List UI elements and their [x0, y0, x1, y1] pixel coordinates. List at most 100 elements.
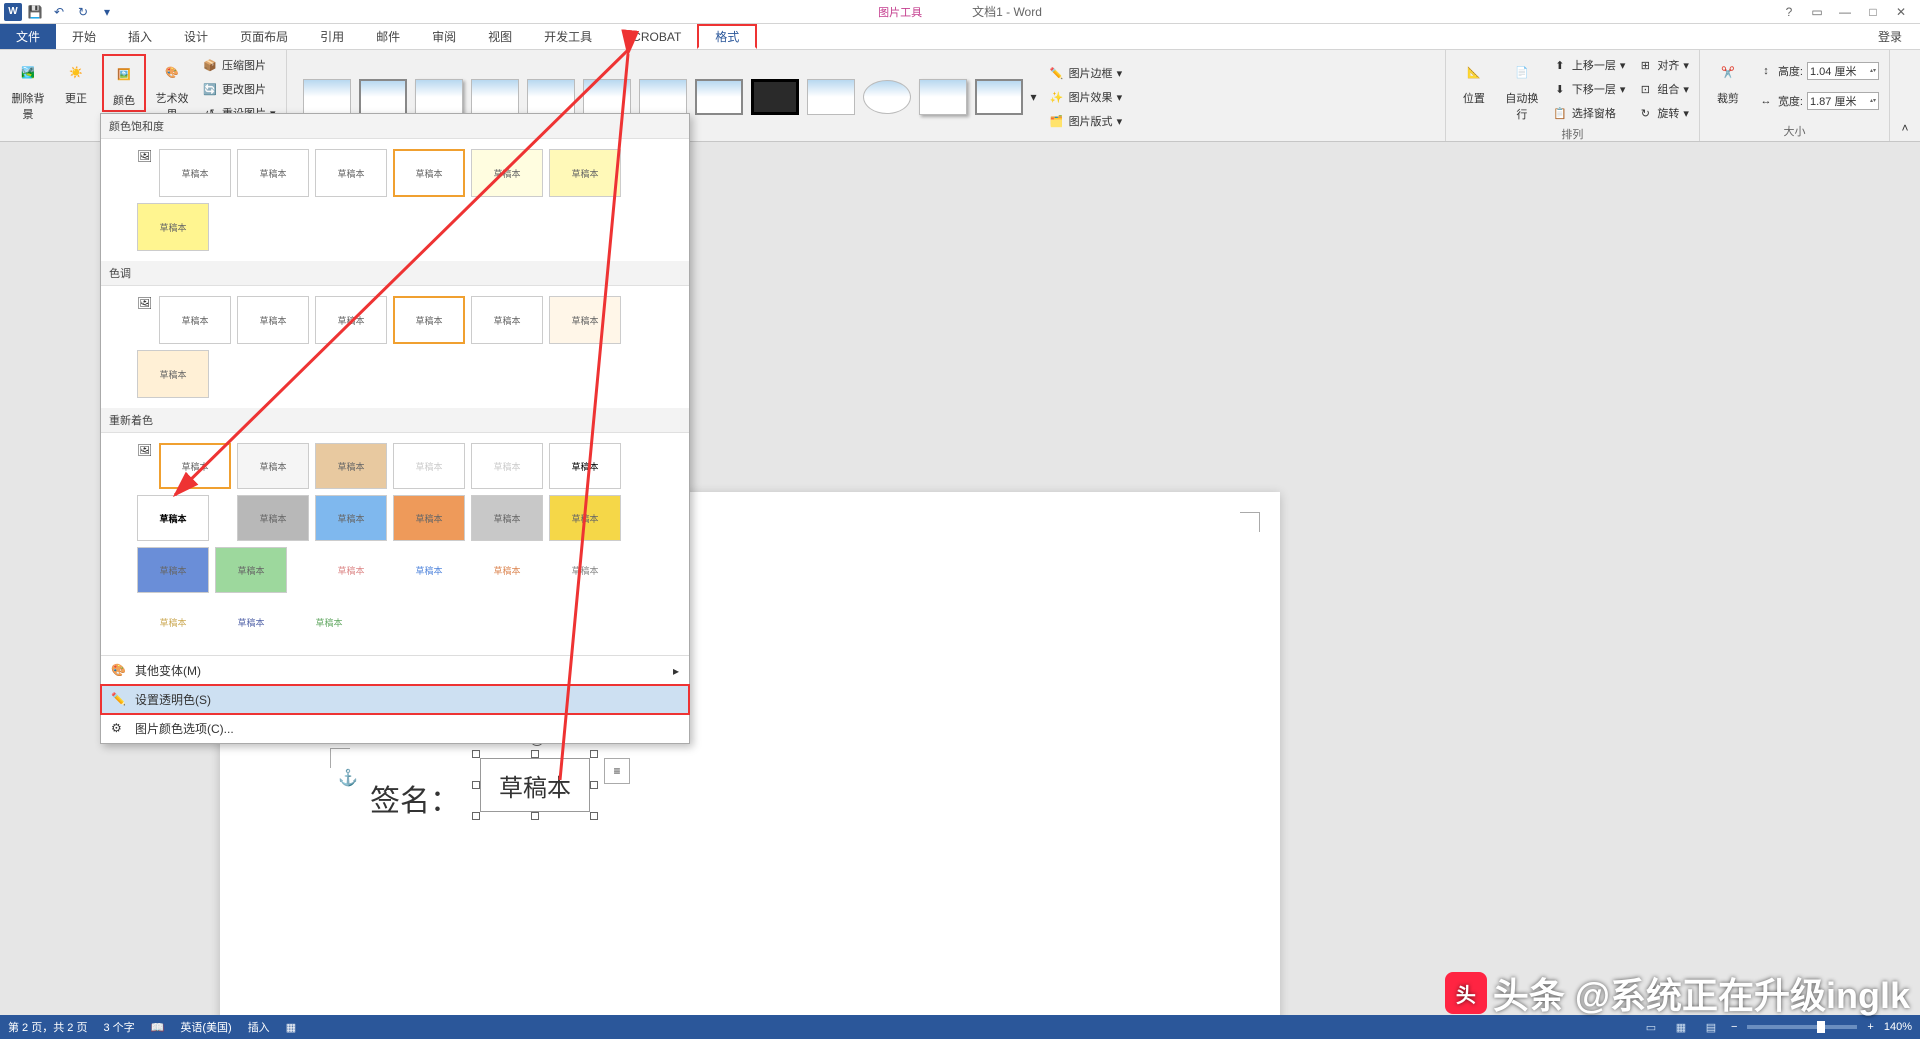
language-indicator[interactable]: 英语(美国) [180, 1019, 231, 1035]
recolor-swatch[interactable]: 草稿本 [137, 547, 209, 593]
recolor-swatch[interactable]: 草稿本 [237, 495, 309, 541]
qat-more-icon[interactable]: ▾ [96, 2, 118, 22]
style-thumb[interactable] [919, 79, 967, 115]
close-icon[interactable]: ✕ [1888, 2, 1914, 22]
recolor-swatch[interactable]: 草稿本 [471, 443, 543, 489]
help-icon[interactable]: ? [1776, 2, 1802, 22]
macro-icon[interactable]: ▦ [286, 1021, 296, 1034]
group-button[interactable]: ⊡组合▾ [1633, 78, 1693, 100]
saturation-swatch[interactable]: 草稿本 [137, 203, 209, 251]
compress-picture-button[interactable]: 📦压缩图片 [198, 54, 280, 76]
signature-image[interactable]: 草稿本 [480, 758, 590, 812]
style-thumb[interactable] [583, 79, 631, 115]
width-input[interactable]: 1.87 厘米▴▾ [1807, 92, 1879, 110]
maximize-icon[interactable]: □ [1860, 2, 1886, 22]
tab-design[interactable]: 设计 [168, 24, 224, 49]
style-thumb[interactable] [807, 79, 855, 115]
recolor-swatch[interactable]: 草稿本 [393, 495, 465, 541]
style-thumb[interactable] [527, 79, 575, 115]
align-button[interactable]: ⊞对齐▾ [1633, 54, 1693, 76]
recolor-swatch[interactable]: 草稿本 [137, 599, 209, 645]
insert-mode[interactable]: 插入 [248, 1019, 270, 1035]
tab-view[interactable]: 视图 [472, 24, 528, 49]
tab-home[interactable]: 开始 [56, 24, 112, 49]
read-mode-icon[interactable]: ▭ [1641, 1018, 1661, 1036]
recolor-swatch[interactable]: 草稿本 [315, 443, 387, 489]
corrections-button[interactable]: ☀️ 更正 [54, 54, 98, 108]
undo-icon[interactable]: ↶ [48, 2, 70, 22]
rotate-button[interactable]: ↻旋转▾ [1633, 102, 1693, 124]
style-thumb[interactable] [863, 80, 911, 114]
tab-mail[interactable]: 邮件 [360, 24, 416, 49]
zoom-level[interactable]: 140% [1884, 1021, 1912, 1033]
tab-file[interactable]: 文件 [0, 24, 56, 49]
set-transparent-item[interactable]: ✏️ 设置透明色(S) [101, 685, 689, 714]
resize-handle[interactable] [531, 812, 539, 820]
more-variations-item[interactable]: 🎨 其他变体(M) ▸ [101, 656, 689, 685]
picture-layout-button[interactable]: 🗂️图片版式▾ [1045, 110, 1127, 132]
color-options-item[interactable]: ⚙ 图片颜色选项(C)... [101, 714, 689, 743]
recolor-swatch[interactable]: 草稿本 [393, 443, 465, 489]
style-thumb[interactable] [639, 79, 687, 115]
recolor-swatch[interactable]: 草稿本 [137, 495, 209, 541]
style-thumb[interactable] [471, 79, 519, 115]
resize-handle[interactable] [590, 812, 598, 820]
recolor-swatch[interactable]: 草稿本 [315, 547, 387, 593]
resize-handle[interactable] [472, 781, 480, 789]
login-link[interactable]: 登录 [1860, 24, 1920, 49]
tab-review[interactable]: 审阅 [416, 24, 472, 49]
tone-swatch[interactable]: 草稿本 [315, 296, 387, 344]
saturation-swatch[interactable]: 草稿本 [549, 149, 621, 197]
save-icon[interactable]: 💾 [24, 2, 46, 22]
crop-button[interactable]: ✂️裁剪 [1706, 54, 1750, 108]
recolor-swatch[interactable]: 草稿本 [293, 599, 365, 645]
resize-handle[interactable] [590, 750, 598, 758]
recolor-swatch[interactable]: 草稿本 [471, 547, 543, 593]
spinner-icon[interactable]: ▴▾ [1870, 68, 1876, 74]
recolor-swatch[interactable]: 草稿本 [159, 443, 231, 489]
recolor-swatch[interactable]: 草稿本 [215, 547, 287, 593]
zoom-in-button[interactable]: + [1867, 1021, 1873, 1033]
recolor-swatch[interactable]: 草稿本 [549, 495, 621, 541]
tab-layout[interactable]: 页面布局 [224, 24, 304, 49]
saturation-swatch[interactable]: 草稿本 [393, 149, 465, 197]
recolor-swatch[interactable]: 草稿本 [315, 495, 387, 541]
saturation-swatch[interactable]: 草稿本 [315, 149, 387, 197]
recolor-swatch[interactable]: 草稿本 [471, 495, 543, 541]
resize-handle[interactable] [531, 750, 539, 758]
tab-dev[interactable]: 开发工具 [528, 24, 608, 49]
remove-background-button[interactable]: 🏞️ 删除背景 [6, 54, 50, 124]
print-layout-icon[interactable]: ▦ [1671, 1018, 1691, 1036]
tone-swatch[interactable]: 草稿本 [237, 296, 309, 344]
tone-swatch[interactable]: 草稿本 [137, 350, 209, 398]
word-count[interactable]: 3 个字 [103, 1019, 134, 1035]
spinner-icon[interactable]: ▴▾ [1870, 98, 1876, 104]
style-thumb[interactable] [751, 79, 799, 115]
zoom-out-button[interactable]: − [1731, 1021, 1737, 1033]
resize-handle[interactable] [472, 750, 480, 758]
web-layout-icon[interactable]: ▤ [1701, 1018, 1721, 1036]
style-thumb[interactable] [975, 79, 1023, 115]
ribbon-options-icon[interactable]: ▭ [1804, 2, 1830, 22]
recolor-swatch[interactable]: 草稿本 [393, 547, 465, 593]
gallery-more-icon[interactable]: ▾ [1031, 90, 1037, 104]
recolor-swatch[interactable]: 草稿本 [215, 599, 287, 645]
tab-acrobat[interactable]: ACROBAT [608, 24, 697, 49]
recolor-swatch[interactable]: 草稿本 [549, 443, 621, 489]
tab-insert[interactable]: 插入 [112, 24, 168, 49]
change-picture-button[interactable]: 🔄更改图片 [198, 78, 280, 100]
picture-border-button[interactable]: ✏️图片边框▾ [1045, 62, 1127, 84]
saturation-swatch[interactable]: 草稿本 [237, 149, 309, 197]
style-thumb[interactable] [303, 79, 351, 115]
zoom-thumb[interactable] [1817, 1021, 1825, 1033]
proofing-icon[interactable]: 📖 [151, 1021, 165, 1034]
saturation-swatch[interactable]: 草稿本 [159, 149, 231, 197]
minimize-icon[interactable]: — [1832, 2, 1858, 22]
saturation-swatch[interactable]: 草稿本 [471, 149, 543, 197]
wrap-text-button[interactable]: 📄自动换行 [1500, 54, 1544, 124]
zoom-slider[interactable] [1747, 1025, 1857, 1029]
layout-options-button[interactable]: ≡ [604, 758, 630, 784]
position-button[interactable]: 📐位置 [1452, 54, 1496, 108]
redo-icon[interactable]: ↻ [72, 2, 94, 22]
collapse-ribbon-button[interactable]: ˄ [1890, 50, 1920, 141]
